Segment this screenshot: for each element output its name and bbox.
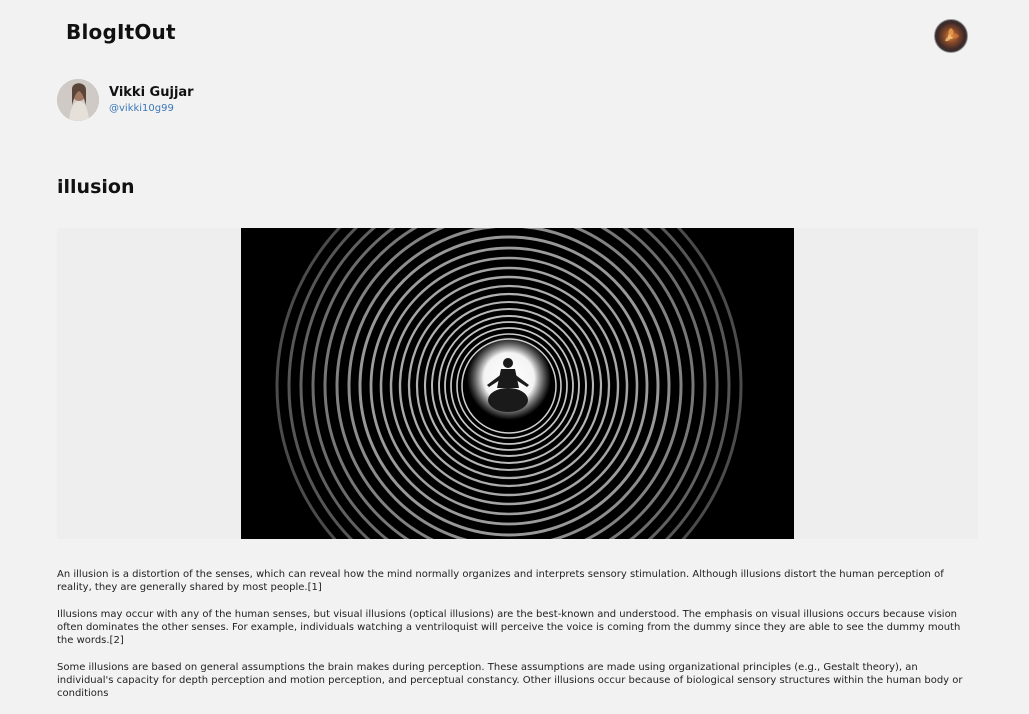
author-block: Vikki Gujjar @vikki10g99: [57, 79, 457, 121]
tunnel-photo-graphic: [241, 228, 794, 539]
author-name[interactable]: Vikki Gujjar: [109, 85, 194, 100]
post-paragraph: Some illusions are based on general assu…: [57, 662, 963, 699]
tunnel-photo: [241, 228, 794, 539]
author-avatar[interactable]: [57, 79, 99, 121]
author-handle[interactable]: @vikki10g99: [109, 103, 174, 114]
post-title: illusion: [57, 176, 135, 198]
brand-logo-text[interactable]: BlogItOut: [66, 20, 176, 44]
post-paragraph: An illusion is a distortion of the sense…: [57, 569, 944, 593]
post-hero-image-container: [57, 228, 978, 539]
post-paragraph: Illusions may occur with any of the huma…: [57, 609, 961, 646]
top-navigation-bar: BlogItOut: [0, 0, 1029, 70]
profile-avatar-icon[interactable]: [934, 19, 968, 53]
author-avatar-photo: [57, 79, 99, 121]
post-body: An illusion is a distortion of the sense…: [57, 568, 977, 714]
profile-avatar-graphic: [945, 28, 959, 42]
